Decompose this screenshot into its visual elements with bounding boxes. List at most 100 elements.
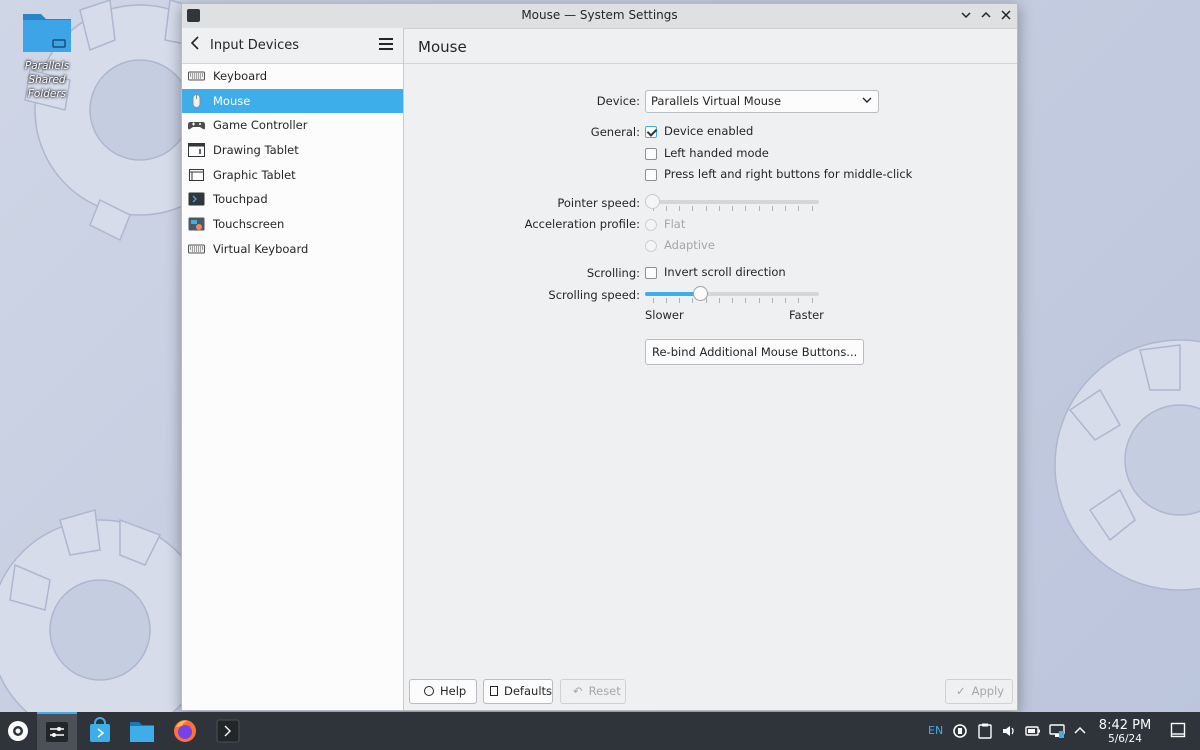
clock[interactable]: 8:42 PM 5/6/24 bbox=[1098, 718, 1152, 746]
radio-icon bbox=[645, 239, 657, 252]
slider-handle[interactable] bbox=[645, 194, 660, 209]
close-button[interactable] bbox=[997, 7, 1015, 25]
firefox-icon bbox=[174, 720, 196, 742]
accel-flat-radio[interactable]: Flat bbox=[645, 217, 685, 231]
clipboard-icon[interactable] bbox=[978, 723, 992, 742]
checkbox-checked-icon bbox=[645, 125, 657, 138]
folder-icon bbox=[130, 722, 154, 742]
taskbar-system-settings[interactable] bbox=[37, 712, 77, 750]
help-button[interactable]: Help bbox=[409, 679, 477, 704]
clock-time: 8:42 PM bbox=[1098, 718, 1152, 733]
taskbar-firefox[interactable] bbox=[171, 717, 199, 745]
apply-button[interactable]: ✓ Apply bbox=[945, 679, 1013, 704]
folder-icon bbox=[23, 14, 71, 52]
parallels-icon bbox=[953, 724, 967, 738]
network-icon[interactable] bbox=[1049, 723, 1065, 742]
slider-tick bbox=[758, 206, 760, 211]
accel-adaptive-radio[interactable]: Adaptive bbox=[645, 238, 715, 252]
slider-tick bbox=[665, 206, 667, 211]
desktop-icon-shared-folders[interactable]: Parallels Shared Folders bbox=[8, 8, 86, 101]
slider-tick bbox=[771, 298, 773, 303]
slower-label: Slower bbox=[645, 308, 684, 322]
window-title: Mouse — System Settings bbox=[521, 8, 678, 22]
chevron-down-icon bbox=[961, 12, 971, 19]
sidebar-title: Input Devices bbox=[210, 38, 300, 53]
device-combobox-value: Parallels Virtual Mouse bbox=[651, 94, 782, 108]
slider-handle[interactable] bbox=[692, 286, 708, 301]
acceleration-profile-label: Acceleration profile: bbox=[524, 217, 640, 231]
slider-tick bbox=[785, 206, 786, 211]
slider-tick bbox=[652, 298, 654, 303]
keyboard-layout-indicator[interactable]: EN bbox=[928, 724, 943, 737]
slider-fill bbox=[645, 292, 701, 296]
wallpaper-gear-right bbox=[1054, 339, 1200, 591]
rebind-mouse-buttons-button[interactable]: Re-bind Additional Mouse Buttons... bbox=[645, 339, 865, 365]
chevron-up-icon bbox=[981, 11, 991, 18]
slider-tick bbox=[745, 298, 747, 303]
slider-tick bbox=[745, 206, 747, 211]
slider-tick bbox=[811, 298, 813, 303]
radio-icon bbox=[645, 218, 657, 231]
document-icon bbox=[490, 686, 498, 696]
hamburger-menu-icon[interactable] bbox=[379, 38, 393, 53]
main-panel: Mouse Device: Parallels Virtual Mouse Ge… bbox=[404, 28, 1017, 710]
scrolling-speed-label: Scrolling speed: bbox=[548, 288, 640, 302]
left-handed-checkbox[interactable]: Left handed mode bbox=[645, 146, 769, 160]
slider-tick bbox=[771, 206, 773, 211]
system-settings-window: Mouse — System Settings Input Devices Ke… bbox=[181, 3, 1018, 711]
slider-tick bbox=[798, 206, 800, 211]
scrolling-label: Scrolling: bbox=[586, 266, 640, 280]
tray-expand-chevron-up-icon[interactable] bbox=[1073, 724, 1087, 739]
touchscreen-icon bbox=[188, 217, 205, 231]
back-button[interactable] bbox=[190, 36, 200, 54]
keyboard-icon bbox=[188, 71, 205, 81]
sidebar-item-game-controller[interactable]: Game Controller bbox=[182, 113, 403, 138]
main-header: Mouse bbox=[404, 28, 1017, 64]
slider-ticks bbox=[645, 298, 819, 303]
sidebar-item-virtual-keyboard[interactable]: Virtual Keyboard bbox=[182, 237, 403, 262]
taskbar-file-manager[interactable] bbox=[128, 717, 156, 745]
sidebar-item-mouse[interactable]: Mouse bbox=[182, 88, 403, 114]
sidebar-item-drawing-tablet[interactable]: Drawing Tablet bbox=[182, 138, 403, 163]
sidebar-list: Keyboard Mouse Game Controller Drawing T… bbox=[182, 64, 403, 262]
pointer-speed-slider[interactable] bbox=[645, 194, 819, 211]
slider-tick bbox=[785, 298, 786, 303]
general-label: General: bbox=[590, 125, 640, 139]
sidebar-item-touchscreen[interactable]: Touchscreen bbox=[182, 212, 403, 237]
sidebar-item-graphic-tablet[interactable]: Graphic Tablet bbox=[182, 163, 403, 188]
slider-tick bbox=[665, 298, 667, 303]
shopping-bag-icon bbox=[90, 717, 110, 742]
volume-icon[interactable] bbox=[1001, 723, 1017, 742]
page-title: Mouse bbox=[418, 38, 467, 56]
drawing-tablet-icon bbox=[188, 143, 205, 158]
maximize-button[interactable] bbox=[977, 7, 995, 25]
slider-tick bbox=[758, 298, 760, 303]
invert-scroll-checkbox[interactable]: Invert scroll direction bbox=[645, 265, 786, 279]
reset-button[interactable]: ↶ Reset bbox=[560, 679, 626, 704]
minimize-button[interactable] bbox=[957, 7, 975, 25]
gamepad-icon bbox=[188, 122, 205, 130]
taskbar-discover[interactable] bbox=[86, 717, 114, 745]
slider-tick bbox=[732, 298, 733, 303]
mouse-icon bbox=[192, 93, 201, 108]
virtual-keyboard-icon bbox=[188, 244, 205, 254]
touchpad-icon bbox=[188, 192, 205, 206]
device-combobox[interactable]: Parallels Virtual Mouse bbox=[645, 90, 879, 113]
scrolling-speed-slider[interactable] bbox=[645, 286, 819, 303]
application-launcher-button[interactable] bbox=[4, 717, 32, 745]
show-desktop-button[interactable] bbox=[1170, 722, 1186, 741]
defaults-button[interactable]: Defaults bbox=[483, 679, 553, 704]
sidebar-item-touchpad[interactable]: Touchpad bbox=[182, 187, 403, 212]
battery-icon[interactable] bbox=[1025, 724, 1041, 741]
slider-tick bbox=[679, 298, 680, 303]
device-enabled-checkbox[interactable]: Device enabled bbox=[645, 124, 753, 138]
parallels-tray-icon[interactable] bbox=[952, 723, 968, 742]
checkbox-icon bbox=[645, 147, 657, 160]
sidebar-item-keyboard[interactable]: Keyboard bbox=[182, 64, 403, 89]
middle-click-checkbox[interactable]: Press left and right buttons for middle-… bbox=[645, 167, 912, 181]
window-titlebar[interactable]: Mouse — System Settings bbox=[182, 4, 1017, 29]
slider-tick bbox=[798, 298, 800, 303]
chevron-down-icon bbox=[862, 91, 872, 112]
taskbar-terminal[interactable] bbox=[214, 717, 242, 745]
settings-sliders-icon bbox=[46, 722, 68, 742]
